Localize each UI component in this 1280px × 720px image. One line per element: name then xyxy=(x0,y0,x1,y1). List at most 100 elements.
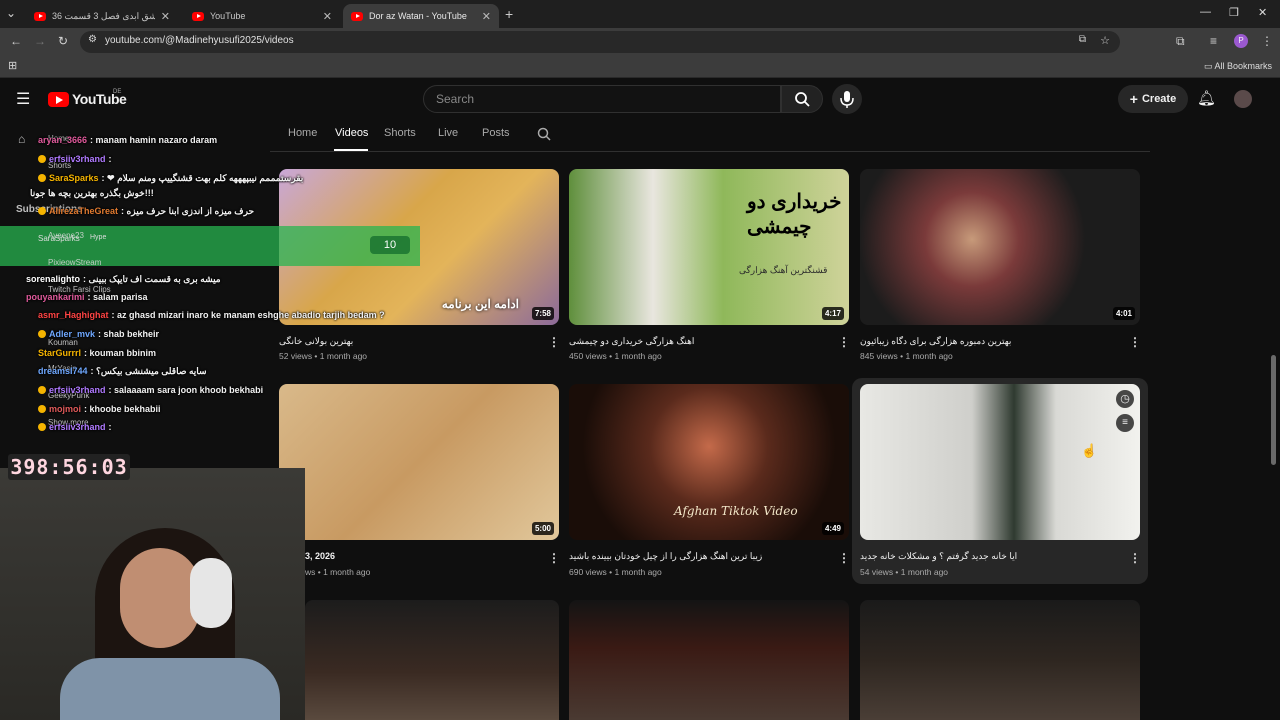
tab-live[interactable]: Live xyxy=(438,127,458,139)
chat-message: StarGurrrl: kouman bbinim xyxy=(38,348,156,358)
profile-icon[interactable]: P xyxy=(1234,34,1248,48)
chat-message: asmr_Haghighat: az ghasd mizari inaro ke… xyxy=(38,310,385,320)
apps-grid-icon[interactable]: ⊞ xyxy=(8,59,17,72)
sub-badge-icon xyxy=(38,423,46,431)
add-to-queue-icon[interactable]: ≡ xyxy=(1116,414,1134,432)
chat-username: mojmoi xyxy=(49,404,82,414)
thumbnail-subtext: قشنگترین آهنگ هزارگی xyxy=(739,265,828,275)
video-meta: 690 views • 1 month ago xyxy=(569,567,662,577)
watch-later-icon[interactable]: ◷ xyxy=(1116,390,1134,408)
browser-tab-bar: ⌄ عشق ابدی فصل 3 قسمت 36 - ... ✕ YouTube… xyxy=(0,0,1280,28)
create-button[interactable]: + Create xyxy=(1118,85,1188,113)
chat-text: خوش بگذره بهترین بچه ها جونا!!! xyxy=(30,188,154,198)
chat-text: : سایه صاقلی میشنشی بیکس؟ xyxy=(90,366,207,376)
tab-shorts[interactable]: Shorts xyxy=(384,127,416,139)
video-meta: 450 views • 1 month ago xyxy=(569,351,662,361)
video-title[interactable]: 3, 2026 xyxy=(305,551,335,561)
notifications-bell-icon[interactable]: 🔔︎ xyxy=(1197,89,1216,107)
active-tab-indicator xyxy=(334,149,368,151)
chat-username: Adler_mvk xyxy=(49,329,96,339)
more-options-icon[interactable]: ⋮ xyxy=(838,551,850,565)
back-icon[interactable]: ← xyxy=(10,34,22,48)
hamburger-menu-icon[interactable]: ☰ xyxy=(16,89,30,109)
streamer-face xyxy=(120,548,200,648)
chat-text: : xyxy=(108,154,112,164)
streamer-shirt xyxy=(60,658,280,720)
video-title[interactable]: زیبا ترین اهنگ هزارگی را از چیل خودتان ب… xyxy=(569,551,762,562)
video-meta: ws • 1 month ago xyxy=(305,567,371,577)
video-thumbnail[interactable]: Afghan Tiktok Video 4:49 xyxy=(569,384,849,540)
chat-message: aryan_3666: manam hamin nazaro daram xyxy=(38,135,217,145)
video-title[interactable]: بهترین دمبوره هزارگی برای دگاه زیبائیون xyxy=(860,336,1011,347)
video-thumbnail[interactable]: ◷ ≡ xyxy=(860,384,1140,540)
avatar[interactable] xyxy=(1234,90,1252,108)
window-close-icon[interactable]: ✕ xyxy=(1258,6,1267,19)
site-info-icon[interactable]: ⚙ xyxy=(88,34,97,45)
video-meta: 845 views • 1 month ago xyxy=(860,351,953,361)
video-thumbnail[interactable] xyxy=(305,600,559,720)
youtube-favicon-icon xyxy=(34,11,46,21)
streamer-webcam xyxy=(0,468,305,720)
duration-badge: 4:49 xyxy=(821,522,844,535)
extensions-icon[interactable]: ⧉ xyxy=(1176,34,1185,49)
close-icon[interactable]: ✕ xyxy=(482,10,491,23)
video-thumbnail[interactable] xyxy=(860,600,1140,720)
restore-icon[interactable]: ❐ xyxy=(1229,6,1239,19)
tab-title: عشق ابدی فصل 3 قسمت 36 - ... xyxy=(52,10,155,21)
chat-text: : xyxy=(108,422,112,432)
close-icon[interactable]: ✕ xyxy=(323,10,332,23)
video-thumbnail[interactable]: 4:01 xyxy=(860,169,1140,325)
more-options-icon[interactable]: ⋮ xyxy=(1129,335,1141,349)
video-title[interactable]: اهنگ هزارگی خریداری دو چیمشی xyxy=(569,336,694,347)
plus-icon: + xyxy=(1129,91,1138,107)
search-button[interactable] xyxy=(781,85,823,113)
sub-badge-icon xyxy=(38,386,46,394)
video-thumbnail[interactable]: خریداری دو چیمشی قشنگترین آهنگ هزارگی 4:… xyxy=(569,169,849,325)
chat-message: pouyankarimi: salam parisa xyxy=(26,292,148,302)
voice-search-button[interactable] xyxy=(832,84,862,114)
chat-text: : manam hamin nazaro daram xyxy=(90,135,218,145)
browser-tab-1[interactable]: عشق ابدی فصل 3 قسمت 36 - ... ✕ xyxy=(26,4,178,28)
country-code: DE xyxy=(113,89,122,95)
create-label: Create xyxy=(1141,93,1177,105)
video-thumbnail[interactable] xyxy=(569,600,849,720)
chat-text: : kouman bbinim xyxy=(84,348,157,358)
menu-kebab-icon[interactable]: ⋮ xyxy=(1261,34,1273,48)
all-bookmarks-button[interactable]: ▭ All Bookmarks xyxy=(1204,61,1272,72)
chat-username: asmr_Haghighat xyxy=(38,310,109,320)
tab-posts[interactable]: Posts xyxy=(482,127,510,139)
more-options-icon[interactable]: ⋮ xyxy=(548,551,560,565)
forward-icon[interactable]: → xyxy=(34,34,46,48)
browser-tab-2[interactable]: YouTube ✕ xyxy=(184,4,340,28)
tab-search-icon[interactable]: ⌄ xyxy=(6,6,16,20)
more-options-icon[interactable]: ⋮ xyxy=(1129,551,1141,565)
reload-icon[interactable]: ↻ xyxy=(58,34,68,48)
browser-tab-3[interactable]: Dor az Watan - YouTube ✕ xyxy=(343,4,499,28)
more-options-icon[interactable]: ⋮ xyxy=(548,335,560,349)
bookmark-star-icon[interactable]: ☆ xyxy=(1100,34,1110,47)
new-tab-button[interactable]: + xyxy=(505,6,513,22)
hand-cursor-icon: ☝ xyxy=(1081,443,1098,458)
hype-count-badge: 10 xyxy=(370,236,410,254)
close-icon[interactable]: ✕ xyxy=(161,10,170,23)
chat-message: AlirezaTheGreat: حرف میزه از اندزی ابنا … xyxy=(38,206,254,217)
more-options-icon[interactable]: ⋮ xyxy=(838,335,850,349)
cast-icon[interactable]: ⧉ xyxy=(1079,34,1086,45)
chat-username: erfsiiv3rhand xyxy=(49,154,106,164)
chat-username: erfsiiv3rhand xyxy=(49,422,106,432)
chat-text: : khoobe bekhabii xyxy=(84,404,161,414)
url-field[interactable]: ⚙ youtube.com/@Madinehyusufi2025/videos … xyxy=(80,31,1120,53)
url-text: youtube.com/@Madinehyusufi2025/videos xyxy=(105,35,294,46)
youtube-logo-icon[interactable] xyxy=(48,92,69,107)
channel-search-icon[interactable] xyxy=(536,126,552,142)
tab-videos[interactable]: Videos xyxy=(335,127,368,139)
minimize-icon[interactable]: — xyxy=(1200,6,1211,18)
all-bookmarks-label: All Bookmarks xyxy=(1214,61,1273,71)
reading-list-icon[interactable]: ≡ xyxy=(1210,34,1217,48)
search-input[interactable]: Search xyxy=(423,85,781,113)
duration-badge: 4:17 xyxy=(821,307,844,320)
chat-text: : حرف میزه از اندزی ابنا حرف میزه xyxy=(121,206,255,216)
page-scrollbar-thumb[interactable] xyxy=(1271,355,1276,465)
video-title[interactable]: ایا خانه جدید گرفتم ؟ و مشکلات خانه جدید xyxy=(860,551,1017,562)
video-thumbnail[interactable]: 5:00 xyxy=(279,384,559,540)
